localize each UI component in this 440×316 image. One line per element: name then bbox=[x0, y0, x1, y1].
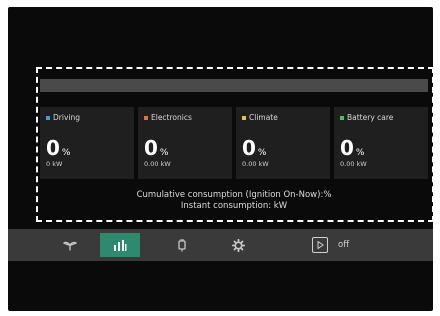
nav-charging[interactable] bbox=[168, 233, 196, 257]
play-icon-box bbox=[312, 237, 328, 253]
card-power: 0.00 kW bbox=[144, 160, 171, 168]
bottom-nav-bar: off bbox=[8, 229, 433, 261]
card-percentage: 0 bbox=[242, 136, 256, 160]
climate-card: Climate 0 % 0.00 kW bbox=[236, 107, 330, 179]
electronics-color-marker bbox=[144, 115, 148, 120]
energy-consumption-screen: Driving 0 % 0 kW Electronics 0 % 0.00 kW… bbox=[8, 7, 433, 311]
battery-care-card: Battery care 0 % 0.00 kW bbox=[334, 107, 428, 179]
play-icon bbox=[317, 241, 324, 249]
battery-plug-icon bbox=[178, 239, 186, 252]
nav-play-button[interactable] bbox=[308, 233, 332, 257]
eco-leaf-icon bbox=[63, 241, 77, 251]
card-power: 0 kW bbox=[46, 160, 63, 168]
bar-chart-icon bbox=[114, 239, 127, 251]
card-label: Battery care bbox=[347, 113, 394, 122]
card-label: Driving bbox=[53, 113, 80, 122]
driving-color-marker bbox=[46, 115, 50, 120]
percent-unit: % bbox=[159, 148, 169, 158]
card-label: Electronics bbox=[151, 113, 192, 122]
percent-unit: % bbox=[257, 148, 267, 158]
play-status-label: off bbox=[338, 240, 350, 250]
instant-consumption: Instant consumption: kW bbox=[180, 201, 288, 211]
card-percentage: 0 bbox=[144, 136, 158, 160]
card-percentage: 0 bbox=[340, 136, 354, 160]
consumption-summary: Cumulative consumption (Ignition On-Now)… bbox=[40, 190, 428, 212]
climate-color-marker bbox=[242, 115, 246, 120]
consumption-cards: Driving 0 % 0 kW Electronics 0 % 0.00 kW… bbox=[40, 107, 428, 179]
card-percentage: 0 bbox=[46, 136, 60, 160]
driving-card: Driving 0 % 0 kW bbox=[40, 107, 134, 179]
card-label: Climate bbox=[249, 113, 278, 122]
percent-unit: % bbox=[61, 148, 71, 158]
gear-icon bbox=[231, 238, 245, 252]
card-power: 0.00 kW bbox=[340, 160, 367, 168]
header-bar bbox=[40, 79, 428, 92]
nav-settings[interactable] bbox=[224, 233, 252, 257]
nav-eco[interactable] bbox=[56, 233, 84, 257]
cumulative-consumption: Cumulative consumption (Ignition On-Now)… bbox=[136, 190, 332, 200]
percent-unit: % bbox=[355, 148, 365, 158]
battery-care-color-marker bbox=[340, 115, 344, 120]
electronics-card: Electronics 0 % 0.00 kW bbox=[138, 107, 232, 179]
nav-consumption-tab[interactable] bbox=[100, 233, 140, 257]
card-power: 0.00 kW bbox=[242, 160, 269, 168]
